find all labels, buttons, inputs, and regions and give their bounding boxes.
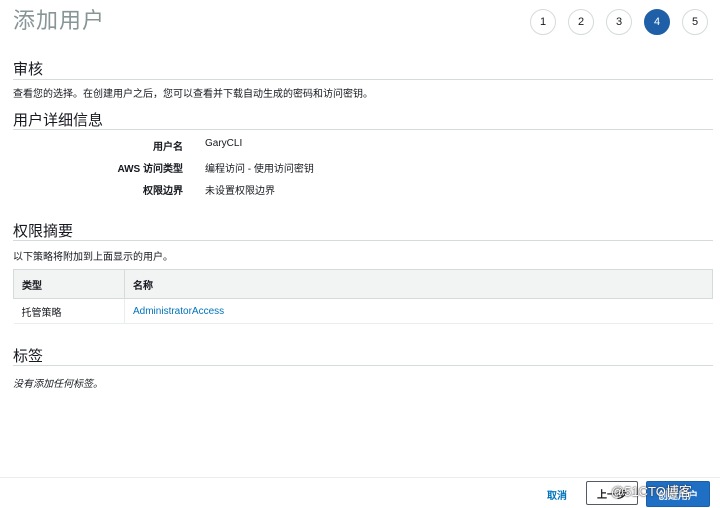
no-tags-message: 没有添加任何标签。: [13, 379, 103, 390]
footer-divider: [0, 477, 720, 478]
table-header-row: 类型 名称: [13, 269, 713, 299]
wizard-steps: 1 2 3 4 5: [530, 9, 708, 35]
user-details-heading: 用户详细信息: [13, 112, 104, 129]
column-header-name: 名称: [124, 269, 713, 299]
step-4-indicator-current: 4: [644, 9, 670, 35]
page-title: 添加用户: [13, 8, 106, 33]
tags-divider: [13, 365, 713, 366]
user-details-divider: [13, 129, 713, 130]
table-row: 托管策略 AdministratorAccess: [13, 298, 713, 324]
step-2-indicator[interactable]: 2: [568, 9, 594, 35]
step-3-indicator[interactable]: 3: [606, 9, 632, 35]
permissions-description: 以下策略将附加到上面显示的用户。: [13, 252, 173, 263]
permissions-divider: [13, 240, 713, 241]
policy-type-cell: 托管策略: [13, 298, 125, 324]
review-divider: [13, 79, 713, 80]
step-1-indicator[interactable]: 1: [530, 9, 556, 35]
cancel-button[interactable]: 取消: [541, 483, 573, 505]
permissions-table: 类型 名称 托管策略 AdministratorAccess: [13, 269, 713, 324]
username-label: 用户名: [153, 142, 183, 153]
access-type-value: 编程访问 - 使用访问密钥: [205, 164, 314, 175]
username-value: GaryCLI: [205, 138, 243, 149]
tags-heading: 标签: [13, 348, 44, 365]
create-user-button[interactable]: 创建用户: [646, 481, 710, 507]
permission-boundary-label: 权限边界: [143, 186, 183, 197]
access-type-label: AWS 访问类型: [117, 164, 183, 175]
column-header-type: 类型: [13, 269, 125, 299]
previous-button[interactable]: 上一步: [586, 481, 638, 505]
step-5-indicator: 5: [682, 9, 708, 35]
review-heading: 审核: [13, 61, 44, 78]
review-description: 查看您的选择。在创建用户之后，您可以查看并下载自动生成的密码和访问密钥。: [13, 89, 373, 100]
permissions-summary-heading: 权限摘要: [13, 223, 74, 240]
permission-boundary-value: 未设置权限边界: [205, 186, 275, 197]
policy-name-link[interactable]: AdministratorAccess: [133, 306, 224, 317]
policy-name-cell: AdministratorAccess: [124, 298, 713, 324]
